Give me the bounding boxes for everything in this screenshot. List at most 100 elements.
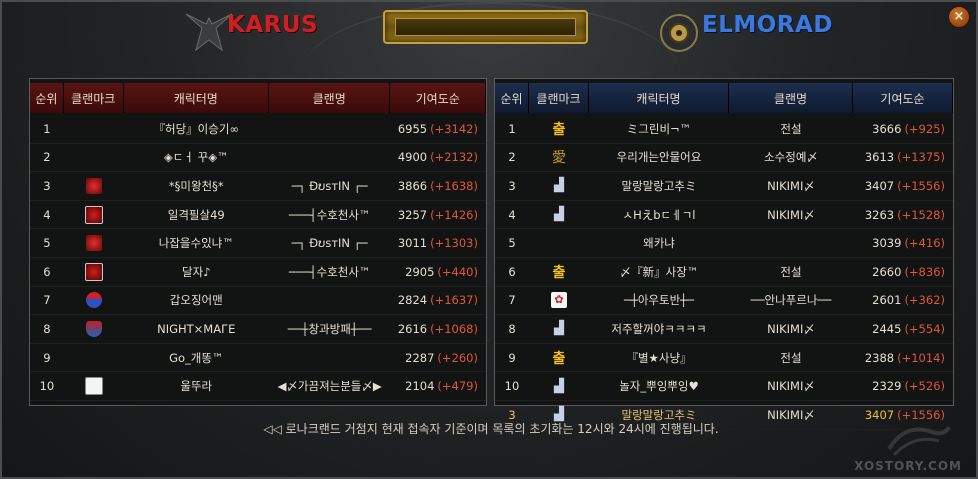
rank-cell: 8: [43, 321, 51, 336]
clan-mark-icon: [85, 235, 102, 252]
rank-cell: 3: [43, 178, 51, 193]
clan-name: NIKIMI〆: [767, 207, 815, 222]
clan-mark-icon: ▟: [554, 207, 564, 223]
clan-mark-icon: [84, 262, 103, 281]
rank-cell: 2: [43, 150, 51, 165]
clan-mark-icon: [85, 320, 102, 337]
table-row[interactable]: 6 출 〆『新』사장™ 전설 2660 (+836): [495, 258, 953, 287]
karus-title: KARUS: [227, 12, 319, 38]
score-value: 2104: [405, 379, 435, 394]
table-row[interactable]: 3 *§미왕천§* ─┐ ÐບѕтΙΝ ┌─ 3866 (+1638): [30, 172, 486, 201]
score-cell: 3257 (+1426): [390, 201, 486, 229]
score-delta: (+2132): [430, 150, 478, 165]
clan-mark-icon: ▟: [554, 378, 564, 394]
clan-mark-cell: [64, 372, 124, 400]
clan-mark-icon: [85, 177, 102, 194]
table-row[interactable]: 7 ✿ ─┼아우토반┼─ ──안나푸르나── 2601 (+362): [495, 287, 953, 316]
score-cell: 2601 (+362): [853, 287, 953, 315]
clan-mark-cell: [64, 344, 124, 372]
rank-cell: 9: [508, 350, 516, 365]
character-name: ミ그린비¬™: [626, 121, 692, 136]
character-name: 『허당』이승기∞: [153, 121, 239, 136]
header-score: 기여도순: [853, 83, 953, 113]
clan-name: 전설: [780, 264, 802, 279]
character-name: 나잡을수있냐™: [158, 236, 234, 251]
clan-mark-icon: 출: [552, 350, 566, 367]
character-name: 놀자_뿌잉뿌잉♥: [619, 379, 699, 394]
score-value: 2287: [405, 350, 435, 365]
close-button[interactable]: ×: [948, 6, 970, 28]
table-row[interactable]: 4 ▟ ㅅHえbㄷㅔㄱl NIKIMI〆 3263 (+1528): [495, 201, 953, 230]
clan-name: ──안나푸르나──: [750, 293, 832, 308]
header-character: 캐릭터명: [124, 83, 269, 113]
score-cell: 3039 (+416): [853, 229, 953, 257]
score-delta: (+836): [904, 264, 945, 279]
table-row[interactable]: 7 갑오징어맨 2824 (+1637): [30, 287, 486, 316]
score-cell: 2445 (+554): [853, 315, 953, 343]
table-row[interactable]: 2 愛 우리개는안물어요 소수정예〆 3613 (+1375): [495, 144, 953, 173]
table-row[interactable]: 1 출 ミ그린비¬™ 전설 3666 (+925): [495, 115, 953, 144]
score-delta: (+440): [437, 264, 478, 279]
clan-mark-icon: [85, 292, 102, 309]
score-delta: (+1375): [897, 150, 945, 165]
score-cell: 2104 (+479): [390, 372, 486, 400]
clan-mark-icon: ▟: [554, 178, 564, 194]
karus-rows: 1 『허당』이승기∞ 6955 (+3142) 2 ◈ㄷㅓ 꾸◈™ 4900 (+2132) 3…: [30, 115, 486, 401]
ranking-window: KARUS ELMORAD × 순위 클랜마크 캐릭터명 클랜명 기여도순 1 『…: [0, 0, 978, 479]
table-row[interactable]: 2 ◈ㄷㅓ 꾸◈™ 4900 (+2132): [30, 144, 486, 173]
rank-cell: 1: [43, 121, 51, 136]
score-delta: (+479): [437, 379, 478, 394]
score-value: 3257: [397, 207, 428, 222]
rank-cell: 5: [508, 236, 516, 251]
score-value: 2660: [872, 264, 902, 279]
table-row[interactable]: 10 ▟ 놀자_뿌잉뿌잉♥ NIKIMI〆 2329 (+526): [495, 372, 953, 401]
table-row[interactable]: 9 Go_개똥™ 2287 (+260): [30, 344, 486, 373]
table-row[interactable]: 9 출 『별★사냥』 전설 2388 (+1014): [495, 344, 953, 373]
clan-mark-cell: ▟: [529, 372, 589, 400]
score-cell: 2329 (+526): [853, 372, 953, 400]
rank-cell: 7: [508, 293, 516, 308]
table-row[interactable]: 5 나잡을수있냐™ ─┐ ÐບѕтΙΝ ┌─ 3011 (+1303): [30, 229, 486, 258]
elmorad-table-header: 순위 클랜마크 캐릭터명 클랜명 기여도순: [495, 83, 953, 113]
rank-cell: 5: [43, 236, 51, 251]
table-row[interactable]: 1 『허당』이승기∞ 6955 (+3142): [30, 115, 486, 144]
score-delta: (+260): [437, 350, 478, 365]
rank-cell: 6: [508, 264, 516, 279]
rank-cell: 4: [508, 207, 516, 222]
score-cell: 2905 (+440): [390, 258, 486, 286]
score-delta: (+3142): [430, 121, 478, 136]
score-cell: 3407 (+1556): [853, 172, 953, 200]
character-name: 저주할꺼야ㅋㅋㅋㅋ: [611, 321, 707, 336]
clan-mark-icon: ✿: [551, 292, 567, 309]
table-row[interactable]: 6 달자♪ ───┤수호천사™ 2905 (+440): [30, 258, 486, 287]
table-row[interactable]: 4 일격필살49 ───┤수호천사™ 3257 (+1426): [30, 201, 486, 230]
rank-cell: 3: [508, 178, 516, 193]
table-row[interactable]: 5 왜카냐 3039 (+416): [495, 229, 953, 258]
header-score: 기여도순: [390, 83, 486, 113]
character-name: 말랑말랑고추ミ: [621, 178, 697, 193]
clan-mark-cell: 愛: [529, 144, 589, 172]
score-value: 2616: [397, 321, 428, 336]
score-delta: (+1556): [897, 178, 945, 193]
character-name: 『별★사냥』: [626, 350, 692, 365]
rank-cell: 2: [508, 150, 516, 165]
watermark-text: XOSTORY.COM: [854, 459, 962, 473]
clan-name: [269, 344, 390, 372]
rank-cell: 10: [504, 379, 520, 394]
score-cell: 3263 (+1528): [853, 201, 953, 229]
elmorad-title: ELMORAD: [702, 12, 833, 38]
clan-mark-cell: ▟: [529, 315, 589, 343]
score-cell: 3011 (+1303): [390, 229, 486, 257]
table-row[interactable]: 3 ▟ 말랑말랑고추ミ NIKIMI〆 3407 (+1556): [495, 172, 953, 201]
clan-name: [269, 115, 390, 143]
clan-mark-cell: [529, 229, 589, 257]
score-delta: (+1528): [897, 207, 945, 222]
clan-name: ───┤수호천사™: [288, 207, 371, 222]
table-row[interactable]: 10 울뚜라 ◀〆가끔져는분들〆▶ 2104 (+479): [30, 372, 486, 401]
score-value: 2329: [872, 379, 902, 394]
score-value: 4900: [397, 150, 428, 165]
table-row[interactable]: 8 NΙGHT×MAГE ──┼창과방패┼── 2616 (+1068): [30, 315, 486, 344]
table-row[interactable]: 8 ▟ 저주할꺼야ㅋㅋㅋㅋ NIKIMI〆 2445 (+554): [495, 315, 953, 344]
score-value: 3039: [872, 236, 902, 251]
character-name: 달자♪: [182, 264, 211, 279]
